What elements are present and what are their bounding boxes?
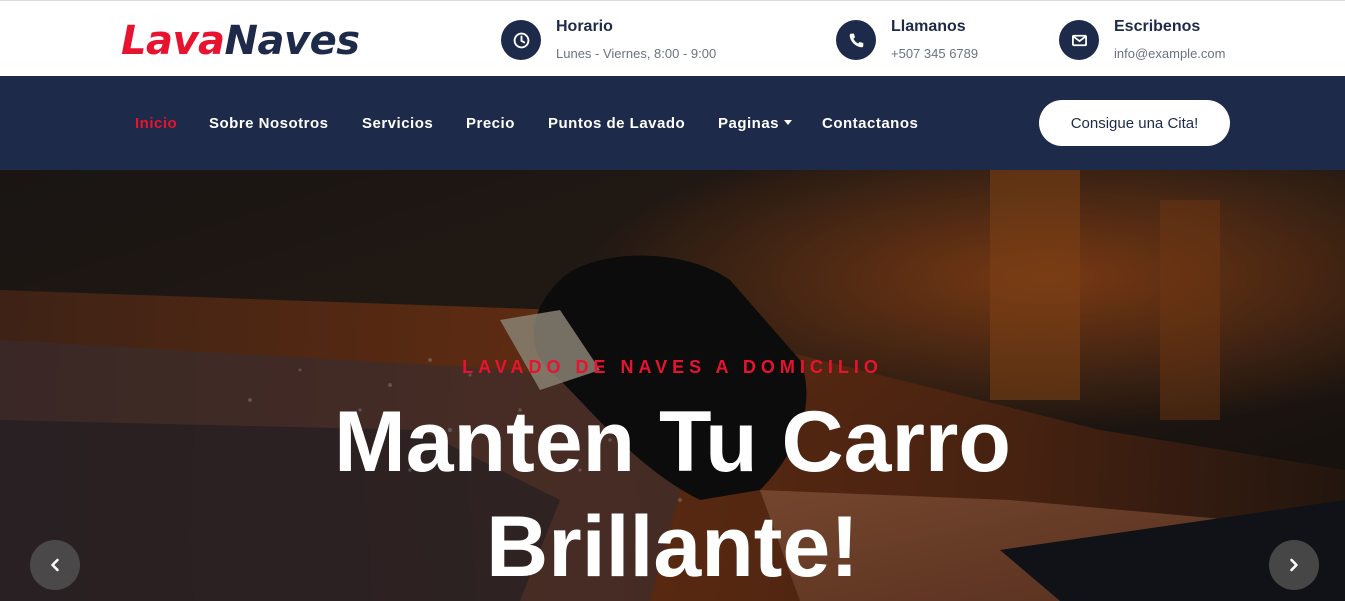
nav-item-precio[interactable]: Precio (466, 115, 515, 132)
nav-item-inicio[interactable]: Inicio (135, 115, 177, 132)
hero-title: Manten Tu Carro Brillante! (0, 390, 1345, 600)
hero-subtitle: LAVADO DE NAVES A DOMICILIO (462, 357, 883, 377)
chevron-right-icon (1290, 558, 1298, 572)
nav-item-servicios[interactable]: Servicios (362, 115, 433, 132)
contact-hours-value: Lunes - Viernes, 8:00 - 9:00 (556, 46, 717, 61)
nav-item-paginas[interactable]: Paginas (718, 115, 793, 132)
brand-logo[interactable]: LavaNaves (121, 15, 360, 67)
contact-hours-title: Horario (556, 18, 613, 35)
clock-icon (501, 20, 541, 60)
nav-item-sobre-nosotros[interactable]: Sobre Nosotros (209, 115, 329, 132)
phone-icon (836, 20, 876, 60)
contact-phone-title: Llamanos (891, 18, 966, 35)
contact-email-title: Escribenos (1114, 18, 1201, 35)
brand-logo-part1: Lava (121, 18, 225, 64)
hero-title-line1: Manten Tu Carro (334, 394, 1011, 490)
brand-logo-part2: Naves (224, 18, 360, 64)
carousel-next-button[interactable] (1269, 540, 1319, 590)
contact-phone-value[interactable]: +507 345 6789 (891, 46, 978, 61)
hero-carousel: LAVADO DE NAVES A DOMICILIO Manten Tu Ca… (0, 170, 1345, 601)
envelope-icon (1059, 20, 1099, 60)
book-appointment-button[interactable]: Consigue una Cita! (1039, 100, 1230, 146)
chevron-left-icon (51, 558, 59, 572)
top-header: LavaNaves Horario Lunes - Viernes, 8:00 … (0, 0, 1345, 76)
chevron-down-icon (784, 120, 793, 125)
nav-item-puntos-de-lavado[interactable]: Puntos de Lavado (548, 115, 685, 132)
main-navbar: Inicio Sobre Nosotros Servicios Precio P… (0, 76, 1345, 170)
nav-item-paginas-label: Paginas (718, 115, 780, 132)
nav-item-contactanos[interactable]: Contactanos (822, 115, 918, 132)
contact-email-value[interactable]: info@example.com (1114, 46, 1225, 61)
hero-title-line2: Brillante! (486, 499, 859, 595)
carousel-prev-button[interactable] (30, 540, 80, 590)
